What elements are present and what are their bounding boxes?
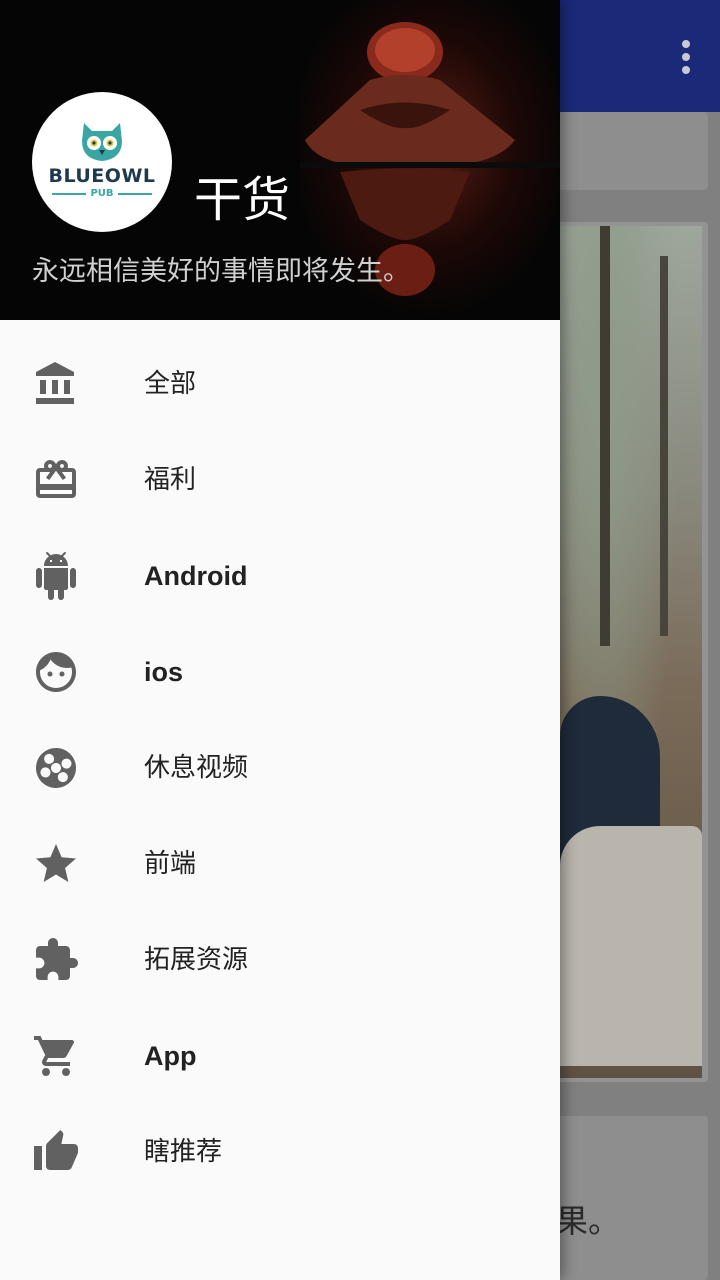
menu-item-all[interactable]: 全部 bbox=[0, 336, 560, 432]
menu-item-resources[interactable]: 拓展资源 bbox=[0, 912, 560, 1008]
avatar-brand-text: BLUEOWL bbox=[48, 165, 156, 187]
drawer-header: BLUEOWL PUB 干货 永远相信美好的事情即将发生。 bbox=[0, 0, 560, 320]
avatar-sub-row: PUB bbox=[52, 188, 152, 199]
menu-item-frontend[interactable]: 前端 bbox=[0, 816, 560, 912]
face-icon bbox=[32, 648, 80, 696]
menu-item-ios[interactable]: ios bbox=[0, 624, 560, 720]
android-icon bbox=[32, 552, 80, 600]
bank-icon bbox=[32, 360, 80, 408]
drawer-menu: 全部 福利 Android ios 休息视频 前端 拓展资源 App 瞎推荐 bbox=[0, 320, 560, 1200]
film-reel-icon bbox=[32, 744, 80, 792]
menu-item-label: App bbox=[144, 1041, 197, 1071]
menu-item-label: 前端 bbox=[144, 849, 197, 879]
owl-logo-icon bbox=[82, 123, 122, 161]
menu-item-label: 休息视频 bbox=[144, 753, 249, 783]
navigation-drawer: BLUEOWL PUB 干货 永远相信美好的事情即将发生。 全部 福利 Andr… bbox=[0, 0, 560, 1280]
thumb-up-icon bbox=[32, 1128, 80, 1176]
star-icon bbox=[32, 840, 80, 888]
header-subtitle: 永远相信美好的事情即将发生。 bbox=[32, 256, 410, 287]
menu-item-label: ios bbox=[144, 657, 184, 687]
menu-item-recommend[interactable]: 瞎推荐 bbox=[0, 1104, 560, 1200]
menu-item-videos[interactable]: 休息视频 bbox=[0, 720, 560, 816]
gift-card-icon bbox=[32, 456, 80, 504]
background-card-text: 果。 bbox=[556, 1202, 621, 1240]
screen: 果。 BLUEOWL PUB 干货 永远相信美好的事情即将发生。 全部 福利 A… bbox=[0, 0, 720, 1280]
menu-item-app[interactable]: App bbox=[0, 1008, 560, 1104]
menu-item-label: 全部 bbox=[144, 369, 197, 399]
menu-item-label: 拓展资源 bbox=[144, 945, 249, 975]
more-options-icon[interactable] bbox=[682, 40, 690, 74]
extension-icon bbox=[32, 936, 80, 984]
avatar[interactable]: BLUEOWL PUB bbox=[32, 92, 172, 232]
menu-item-label: 瞎推荐 bbox=[144, 1137, 223, 1167]
cart-icon bbox=[32, 1032, 80, 1080]
background-photo bbox=[560, 226, 702, 1078]
menu-item-welfare[interactable]: 福利 bbox=[0, 432, 560, 528]
header-title: 干货 bbox=[194, 172, 291, 228]
background-card[interactable] bbox=[540, 112, 708, 190]
avatar-sub-text: PUB bbox=[90, 188, 114, 199]
menu-item-label: Android bbox=[144, 561, 248, 591]
menu-item-android[interactable]: Android bbox=[0, 528, 560, 624]
menu-item-label: 福利 bbox=[144, 465, 197, 495]
